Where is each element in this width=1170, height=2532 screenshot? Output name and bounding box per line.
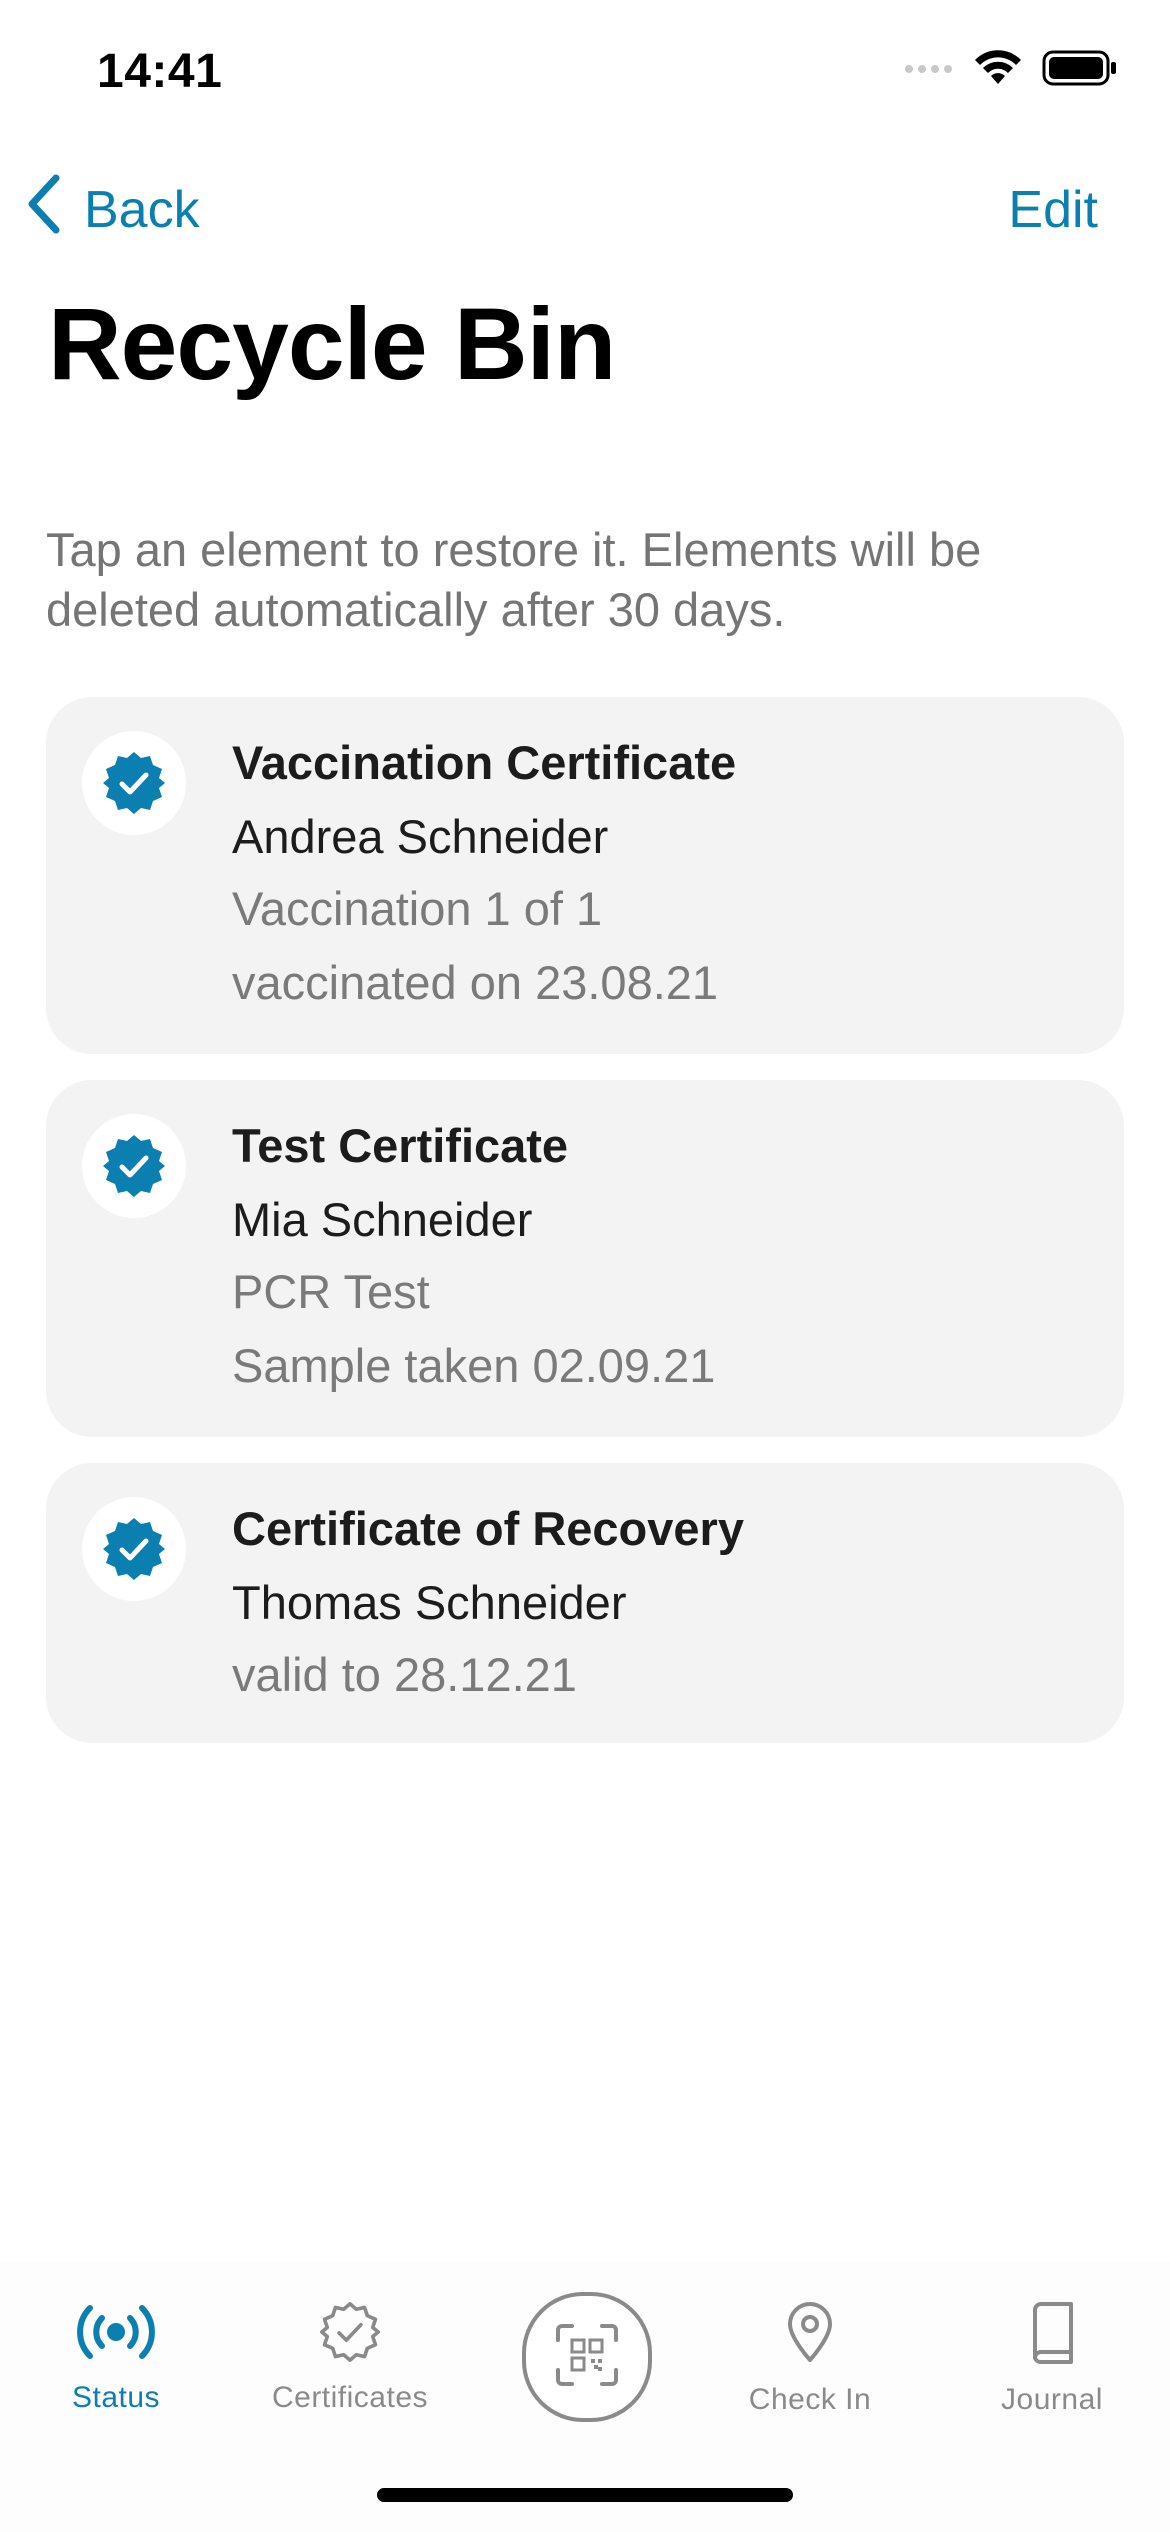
qr-scan-icon: [554, 2322, 620, 2393]
tab-label: Status: [71, 2381, 161, 2414]
certificate-badge-icon: [318, 2301, 382, 2367]
card-title: Test Certificate: [232, 1119, 569, 1172]
screen: 14:41 Back Edit Recycle Bin Tap an eleme…: [0, 0, 1170, 2532]
home-indicator: [377, 2488, 793, 2502]
book-icon: [1027, 2302, 1077, 2369]
certificate-card-vaccination[interactable]: Vaccination Certificate Andrea Schneider…: [46, 697, 1124, 1054]
card-title: Certificate of Recovery: [232, 1502, 744, 1555]
status-bar: 14:41: [0, 0, 1170, 140]
tab-label: Certificates: [271, 2381, 429, 2414]
battery-icon: [1042, 50, 1118, 91]
verified-badge-icon: [82, 1497, 186, 1601]
tab-journal[interactable]: Journal: [942, 2302, 1162, 2417]
status-icons: [904, 50, 1118, 91]
tab-status[interactable]: Status: [6, 2302, 226, 2415]
verified-badge-icon: [82, 731, 186, 835]
signal-icon: [904, 62, 954, 80]
edit-button[interactable]: Edit: [1008, 170, 1098, 250]
tab-label: Check In: [748, 2383, 872, 2416]
card-detail: vaccinated on 23.08.21: [232, 956, 719, 1009]
wifi-icon: [974, 50, 1022, 91]
navigation-bar: Back Edit: [0, 170, 1170, 250]
status-time: 14:41: [97, 45, 223, 98]
intro-text: Tap an element to restore it. Elements w…: [46, 523, 982, 636]
chevron-left-icon: [26, 174, 62, 247]
card-name: Andrea Schneider: [232, 810, 609, 863]
scan-button[interactable]: [522, 2292, 652, 2422]
location-pin-icon: [785, 2302, 835, 2369]
card-text: Certificate of Recovery Thomas Schneider…: [232, 1499, 1094, 1719]
page-title: Recycle Bin: [48, 287, 616, 401]
card-text: Test Certificate Mia Schneider PCR Test …: [232, 1116, 1094, 1410]
broadcast-icon: [74, 2302, 158, 2367]
card-name: Thomas Schneider: [232, 1576, 627, 1629]
card-detail: Vaccination 1 of 1: [232, 882, 603, 935]
card-detail: PCR Test: [232, 1265, 430, 1318]
card-name: Mia Schneider: [232, 1193, 533, 1246]
certificate-card-recovery[interactable]: Certificate of Recovery Thomas Schneider…: [46, 1463, 1124, 1743]
card-detail: valid to 28.12.21: [232, 1648, 577, 1701]
back-button[interactable]: Back: [26, 170, 200, 250]
back-label: Back: [84, 181, 200, 239]
certificate-card-test[interactable]: Test Certificate Mia Schneider PCR Test …: [46, 1080, 1124, 1437]
tab-label: Journal: [1001, 2383, 1103, 2416]
card-detail: Sample taken 02.09.21: [232, 1339, 716, 1392]
card-title: Vaccination Certificate: [232, 736, 737, 789]
tab-certificates[interactable]: Certificates: [240, 2301, 460, 2415]
tab-check-in[interactable]: Check In: [700, 2302, 920, 2417]
card-text: Vaccination Certificate Andrea Schneider…: [232, 733, 1094, 1027]
verified-badge-icon: [82, 1114, 186, 1218]
